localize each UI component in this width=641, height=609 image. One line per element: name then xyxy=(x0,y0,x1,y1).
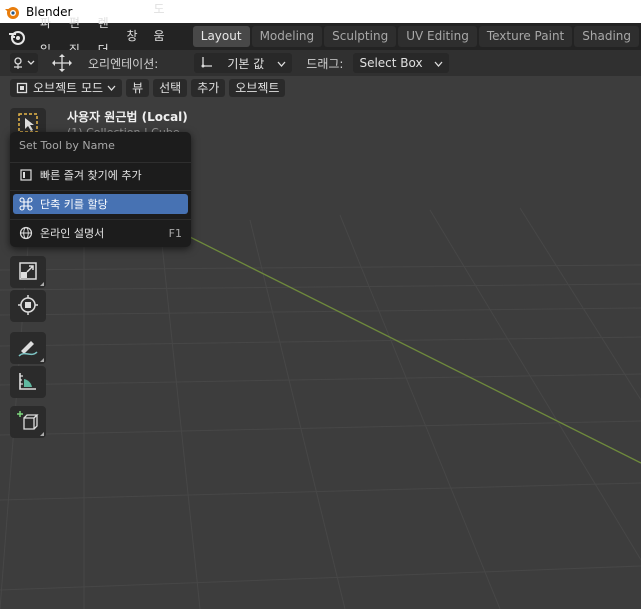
drag-value: Select Box xyxy=(359,56,423,70)
mode-dropdown[interactable]: 오브젝트 모드 xyxy=(10,79,123,97)
tab-sculpting[interactable]: Sculpting xyxy=(324,26,397,47)
annotate-pen-icon xyxy=(17,336,39,361)
drag-label: 드래그: xyxy=(306,56,344,71)
viewport-header: 오브젝트 모드 뷰 선택 추가 오브젝트 xyxy=(0,76,641,100)
blender-menu-icon[interactable] xyxy=(8,27,26,47)
transform-tool[interactable] xyxy=(10,290,46,322)
select-menu[interactable]: 선택 xyxy=(153,79,188,97)
mode-label: 오브젝트 모드 xyxy=(33,81,104,95)
menu-item-online-manual[interactable]: 온라인 설명서 F1 xyxy=(13,223,188,243)
measure-icon xyxy=(17,370,39,395)
annotate-tool[interactable] xyxy=(10,332,46,364)
menu-item-label: 단축 키를 할당 xyxy=(40,198,108,211)
orientation-value: 기본 값 xyxy=(227,56,265,71)
object-menu[interactable]: 오브젝트 xyxy=(229,79,286,97)
add-cube-tool[interactable] xyxy=(10,406,46,438)
tab-uv-editing[interactable]: UV Editing xyxy=(398,26,477,47)
quick-favorites-icon xyxy=(19,168,33,182)
viewport-perspective-label: 사용자 원근법 (Local) xyxy=(67,110,188,124)
menu-divider xyxy=(10,162,191,163)
chevron-down-icon xyxy=(107,85,116,91)
tab-texture-paint[interactable]: Texture Paint xyxy=(478,26,573,47)
chevron-down-icon xyxy=(434,56,443,70)
scale-icon xyxy=(18,261,38,284)
workspace-tabs: Layout Modeling Sculpting UV Editing Tex… xyxy=(192,23,641,50)
transform-icon xyxy=(17,294,39,319)
tab-modeling[interactable]: Modeling xyxy=(251,26,323,47)
drag-dropdown[interactable]: Select Box xyxy=(353,53,450,73)
context-menu: Set Tool by Name 빠른 즐겨 찾기에 추가 단축 키를 할당 온… xyxy=(10,132,191,247)
blender-logo-icon xyxy=(4,4,20,20)
menu-item-add-quick-favorites[interactable]: 빠른 즐겨 찾기에 추가 xyxy=(13,165,188,185)
menu-window[interactable]: 창 xyxy=(118,23,145,50)
orientation-label: 오리엔테이션: xyxy=(88,56,159,71)
menu-divider xyxy=(10,219,191,220)
chevron-down-icon xyxy=(277,56,286,70)
tool-settings-header: 오리엔테이션: 기본 값 드래그: Select Box xyxy=(0,50,641,76)
tab-layout[interactable]: Layout xyxy=(192,26,250,47)
measure-tool[interactable] xyxy=(10,366,46,398)
menu-item-assign-shortcut[interactable]: 단축 키를 할당 xyxy=(13,194,188,214)
menu-divider xyxy=(10,190,191,191)
scale-tool[interactable] xyxy=(10,256,46,288)
move-gizmo-icon[interactable] xyxy=(48,53,76,73)
view-menu[interactable]: 뷰 xyxy=(126,79,150,97)
object-mode-icon xyxy=(16,82,28,94)
menu-item-label: 온라인 설명서 xyxy=(40,227,105,240)
globe-icon xyxy=(19,226,33,240)
transform-pivot-dropdown[interactable] xyxy=(10,53,38,73)
orientation-axes-icon xyxy=(200,55,214,72)
add-cube-icon xyxy=(17,410,39,435)
menu-item-shortcut: F1 xyxy=(168,226,182,240)
top-menubar: 파일 편집 렌더 창 도움말 Layout Modeling Sculpting… xyxy=(0,2,641,70)
orientation-dropdown[interactable]: 기본 값 xyxy=(194,53,293,73)
tool-corner-icon xyxy=(40,358,44,362)
menu-item-label: 빠른 즐겨 찾기에 추가 xyxy=(40,169,142,182)
tool-corner-icon xyxy=(40,432,44,436)
context-menu-title: Set Tool by Name xyxy=(19,139,115,152)
tab-shading[interactable]: Shading xyxy=(574,26,639,47)
tool-corner-icon xyxy=(40,282,44,286)
add-menu[interactable]: 추가 xyxy=(191,79,226,97)
keymap-icon xyxy=(19,197,33,211)
